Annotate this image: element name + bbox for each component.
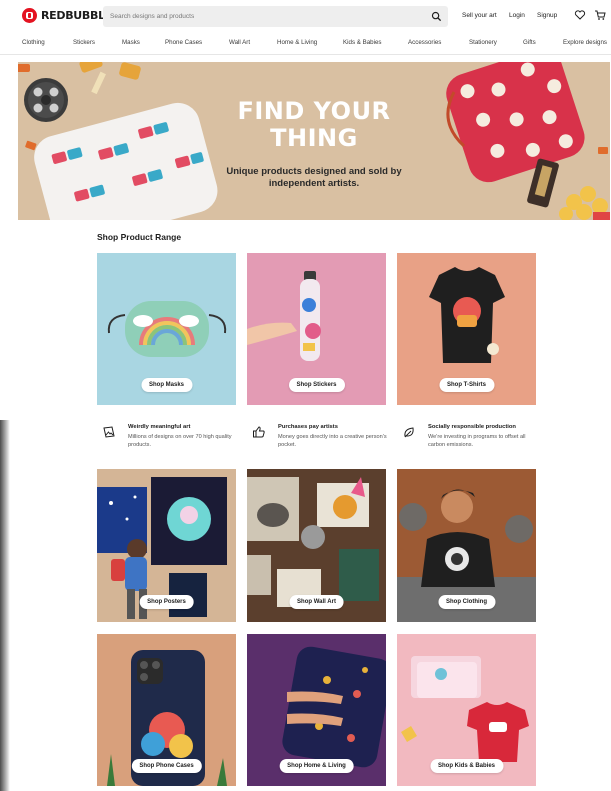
leaf-icon (404, 427, 414, 438)
hero-title-line-1: FIND YOUR (237, 97, 391, 125)
hero-title: FIND YOUR THING (18, 98, 610, 152)
tile-clothing[interactable]: Shop Clothing (397, 469, 536, 622)
nav-item-stationery[interactable]: Stationery (469, 39, 497, 46)
nav-item-phone-cases[interactable]: Phone Cases (165, 39, 202, 46)
tile-home-living[interactable]: Shop Home & Living (247, 634, 386, 786)
shop-home-living-button[interactable]: Shop Home & Living (279, 759, 354, 773)
cart-icon[interactable] (594, 9, 606, 21)
shop-masks-button[interactable]: Shop Masks (140, 378, 193, 392)
search-icon[interactable] (431, 11, 442, 22)
redbubble-logo[interactable]: REDBUBBLE (22, 8, 112, 23)
search-bar (103, 6, 448, 27)
feature-title: Purchases pay artists (278, 424, 338, 430)
hero-subtitle: Unique products designed and sold by ind… (18, 166, 610, 190)
shop-wall-art-button[interactable]: Shop Wall Art (289, 595, 344, 609)
feature-title: Weirdly meaningful art (128, 424, 191, 430)
tile-posters[interactable]: Shop Posters (97, 469, 236, 622)
image-icon (103, 426, 115, 438)
nav-item-stickers[interactable]: Stickers (73, 39, 95, 46)
feature-description: Money goes directly into a creative pers… (278, 434, 387, 448)
shop-clothing-button[interactable]: Shop Clothing (438, 595, 495, 609)
site-header: REDBUBBLE Sell your art Login Signup (0, 0, 611, 34)
feature-description: We're investing in programs to offset al… (428, 434, 526, 448)
nav-item-accessories[interactable]: Accessories (408, 39, 441, 46)
section-title: Shop Product Range (97, 232, 182, 242)
nav-item-wall-art[interactable]: Wall Art (229, 39, 250, 46)
nav-item-home-living[interactable]: Home & Living (277, 39, 317, 46)
feature-description: Millions of designs on over 70 high qual… (128, 434, 232, 448)
tile-masks[interactable]: Shop Masks (97, 253, 236, 405)
shop-t-shirts-button[interactable]: Shop T-Shirts (439, 378, 494, 392)
search-input[interactable] (103, 6, 423, 27)
nav-item-explore-designs[interactable]: Explore designs (563, 39, 607, 46)
tile-wall-art[interactable]: Shop Wall Art (247, 469, 386, 622)
tile-t-shirts[interactable]: Shop T-Shirts (397, 253, 536, 405)
nav-item-kids-babies[interactable]: Kids & Babies (343, 39, 382, 46)
feature-title: Socially responsible production (428, 424, 516, 430)
shop-phone-cases-button[interactable]: Shop Phone Cases (131, 759, 202, 773)
category-nav: Clothing Stickers Masks Phone Cases Wall… (0, 36, 611, 54)
redbubble-logo-icon (22, 8, 37, 23)
shop-stickers-button[interactable]: Shop Stickers (288, 378, 345, 392)
login-link[interactable]: Login (509, 12, 525, 19)
nav-item-gifts[interactable]: Gifts (523, 39, 536, 46)
tile-kids-babies[interactable]: Shop Kids & Babies (397, 634, 536, 786)
thumbs-up-icon (253, 426, 265, 438)
tile-phone-cases[interactable]: Shop Phone Cases (97, 634, 236, 786)
nav-item-clothing[interactable]: Clothing (22, 39, 45, 46)
tile-stickers[interactable]: Shop Stickers (247, 253, 386, 405)
signup-link[interactable]: Signup (537, 12, 557, 19)
hero-subtitle-line-2: independent artists. (268, 178, 360, 189)
sell-your-art-link[interactable]: Sell your art (462, 12, 497, 19)
shop-posters-button[interactable]: Shop Posters (139, 595, 194, 609)
shop-kids-babies-button[interactable]: Shop Kids & Babies (429, 759, 504, 773)
hero-subtitle-line-1: Unique products designed and sold by (226, 166, 402, 177)
viewport-edge-shadow (0, 420, 10, 791)
nav-item-masks[interactable]: Masks (122, 39, 140, 46)
hero-title-line-2: THING (270, 124, 358, 152)
nav-divider (0, 54, 611, 55)
heart-icon[interactable] (574, 9, 586, 21)
hero-banner[interactable]: FIND YOUR THING Unique products designed… (18, 62, 610, 220)
brand-name: REDBUBBLE (41, 9, 113, 22)
